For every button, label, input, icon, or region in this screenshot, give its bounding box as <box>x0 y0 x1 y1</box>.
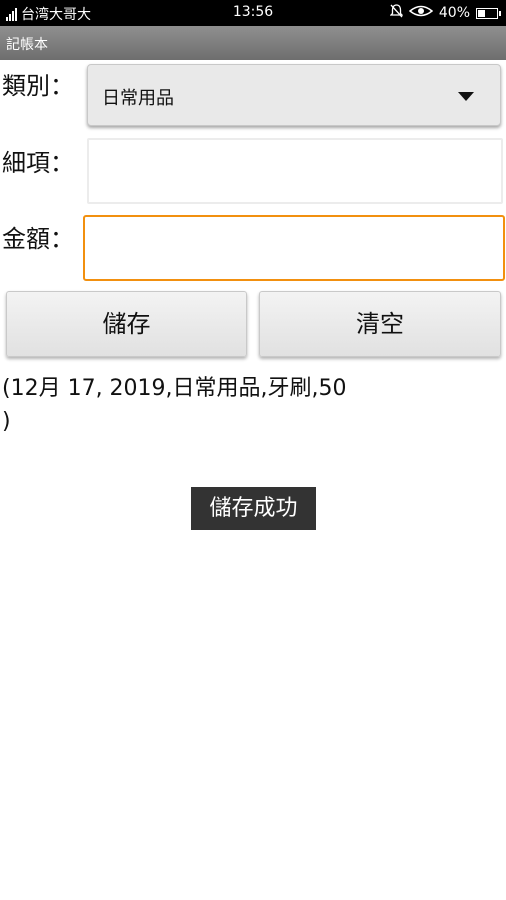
detail-input[interactable] <box>87 138 503 204</box>
record-text: (12月 17, 2019,日常用品,牙刷,50 ) <box>2 376 347 434</box>
app-title-bar: 記帳本 <box>0 26 506 60</box>
category-spinner[interactable]: 日常用品 <box>87 64 501 126</box>
dropdown-arrow-icon <box>458 92 474 101</box>
status-bar: 台湾大哥大 13:56 40% <box>0 0 506 26</box>
save-button[interactable]: 儲存 <box>6 291 247 357</box>
detail-label: 細項： <box>2 149 74 177</box>
app-title: 記帳本 <box>6 37 48 53</box>
amount-input[interactable] <box>83 215 505 281</box>
toast-message: 儲存成功 <box>191 487 316 530</box>
battery-percent: 40% <box>438 5 470 21</box>
amount-label: 金額： <box>2 225 74 253</box>
battery-icon <box>476 7 501 19</box>
eye-icon <box>408 5 434 21</box>
status-right: 40% <box>389 4 501 22</box>
category-label: 類別： <box>2 72 74 100</box>
clear-button[interactable]: 清空 <box>259 291 501 357</box>
alarm-icon <box>389 4 404 22</box>
category-selected-value: 日常用品 <box>102 88 174 109</box>
